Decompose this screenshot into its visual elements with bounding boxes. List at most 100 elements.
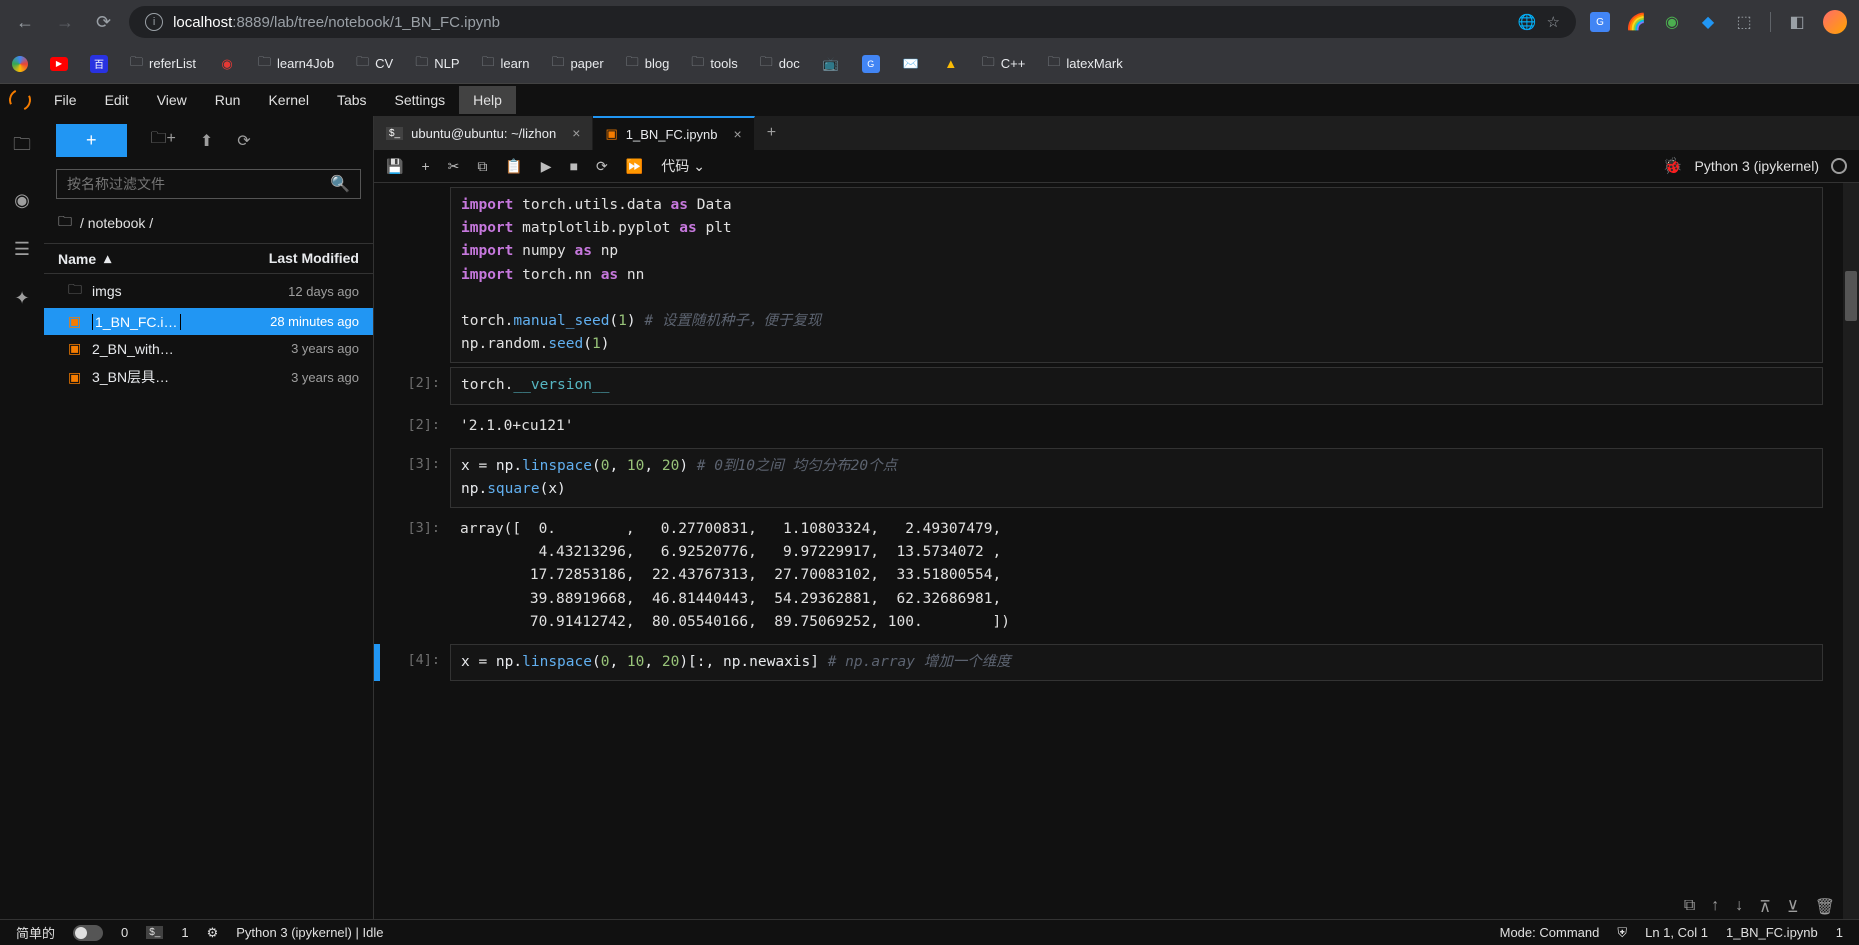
extensions-icon[interactable]: ✦ bbox=[14, 288, 29, 309]
menu-view[interactable]: View bbox=[143, 86, 201, 114]
kernel-name[interactable]: Python 3 (ipykernel) bbox=[1694, 158, 1819, 174]
bookmark-youtube[interactable]: ▶ bbox=[50, 57, 68, 71]
cell-input[interactable]: x = np.linspace(0, 10, 20)[:, np.newaxis… bbox=[450, 644, 1823, 681]
bookmark-referlist[interactable]: 🗀referList bbox=[130, 53, 196, 75]
bookmark-gtranslate[interactable]: G bbox=[862, 55, 880, 73]
menu-kernel[interactable]: Kernel bbox=[254, 86, 322, 114]
menu-settings[interactable]: Settings bbox=[381, 86, 460, 114]
ext-translate-icon[interactable]: G bbox=[1590, 12, 1610, 32]
forward-button[interactable]: → bbox=[52, 8, 78, 37]
star-icon[interactable]: ☆ bbox=[1547, 13, 1560, 31]
folder-icon: 🗀 bbox=[1047, 53, 1060, 75]
sort-by-name[interactable]: Name▴ bbox=[58, 250, 269, 267]
filter-box[interactable]: 🔍 bbox=[56, 169, 361, 199]
scrollbar-thumb[interactable] bbox=[1845, 271, 1857, 321]
back-button[interactable]: ← bbox=[12, 8, 38, 37]
new-folder-icon[interactable]: 🗀+ bbox=[151, 127, 176, 154]
close-icon[interactable]: × bbox=[572, 125, 580, 141]
tab-terminal[interactable]: $_ ubuntu@ubuntu: ~/lizhon × bbox=[374, 116, 593, 150]
simple-mode-toggle[interactable] bbox=[73, 925, 103, 941]
notebook-scrollbar[interactable] bbox=[1843, 183, 1859, 919]
ext-gem-icon[interactable]: ◆ bbox=[1698, 12, 1718, 32]
run-all-icon[interactable]: ⏩ bbox=[626, 158, 643, 175]
bookmark-blog[interactable]: 🗀blog bbox=[626, 53, 670, 75]
copy-icon[interactable]: ⧉ bbox=[477, 158, 487, 175]
close-icon[interactable]: × bbox=[734, 126, 742, 142]
gear-icon[interactable]: ⚙ bbox=[207, 925, 219, 941]
translate-icon[interactable]: 🌐 bbox=[1518, 13, 1537, 31]
bookmark-learn4job[interactable]: 🗀learn4Job bbox=[258, 53, 334, 75]
cell-input[interactable]: x = np.linspace(0, 10, 20) # 0到10之间 均匀分布… bbox=[450, 448, 1823, 508]
bookmark-cpp[interactable]: 🗀C++ bbox=[982, 53, 1026, 75]
cell-type-selector[interactable]: 代码⌄ bbox=[661, 156, 705, 176]
add-cell-icon[interactable]: + bbox=[421, 158, 429, 174]
cell-input[interactable]: torch.__version__ bbox=[450, 367, 1823, 404]
menu-run[interactable]: Run bbox=[201, 86, 255, 114]
bookmark-baidu[interactable]: 百 bbox=[90, 55, 108, 73]
menu-edit[interactable]: Edit bbox=[91, 86, 143, 114]
upload-icon[interactable]: ⬆ bbox=[200, 131, 213, 151]
cell-input[interactable]: import torch.utils.data as Data import m… bbox=[450, 187, 1823, 363]
restart-icon[interactable]: ⟳ bbox=[596, 158, 608, 175]
new-launcher-button[interactable]: + bbox=[56, 124, 127, 157]
jupyter-logo[interactable] bbox=[0, 84, 40, 116]
shield-icon[interactable]: ⛨ bbox=[1617, 925, 1627, 941]
reload-button[interactable]: ⟳ bbox=[92, 8, 115, 37]
code-cell[interactable]: [2]: torch.__version__ bbox=[374, 367, 1843, 404]
bookmark-gmail[interactable]: ✉️ bbox=[902, 55, 920, 73]
save-icon[interactable]: 💾 bbox=[386, 158, 403, 175]
move-down-icon[interactable]: ↓ bbox=[1735, 897, 1743, 917]
file-browser-icon[interactable]: 🗀 bbox=[13, 132, 31, 162]
file-row-3-bn[interactable]: ● ▣ 3_BN层具… 3 years ago bbox=[44, 362, 373, 392]
menu-file[interactable]: File bbox=[40, 86, 91, 114]
code-cell[interactable]: import torch.utils.data as Data import m… bbox=[374, 187, 1843, 363]
delete-icon[interactable]: 🗑 bbox=[1815, 897, 1835, 917]
file-row-1-bn-fc[interactable]: ● ▣ 1_BN_FC.i… 28 minutes ago bbox=[44, 308, 373, 335]
ext-idm-icon[interactable]: ◉ bbox=[1662, 12, 1682, 32]
ext-weather-icon[interactable]: 🌈 bbox=[1626, 12, 1646, 32]
cut-icon[interactable]: ✂ bbox=[448, 158, 460, 175]
menu-tabs[interactable]: Tabs bbox=[323, 86, 381, 114]
paste-icon[interactable]: 📋 bbox=[505, 158, 522, 175]
toc-icon[interactable]: ☰ bbox=[14, 239, 30, 260]
code-cell[interactable]: [3]: x = np.linspace(0, 10, 20) # 0到10之间… bbox=[374, 448, 1843, 508]
status-kernels-count[interactable]: 1 bbox=[181, 925, 188, 940]
bookmark-drive[interactable]: ▲ bbox=[942, 55, 960, 73]
side-panel-icon[interactable]: ◧ bbox=[1787, 12, 1807, 32]
sort-by-modified[interactable]: Last Modified bbox=[269, 250, 359, 267]
insert-above-icon[interactable]: ⊼ bbox=[1759, 897, 1771, 917]
duplicate-icon[interactable]: ⧉ bbox=[1684, 897, 1695, 917]
run-icon[interactable]: ▶ bbox=[541, 158, 552, 175]
menu-help[interactable]: Help bbox=[459, 86, 516, 114]
bookmark-tools[interactable]: 🗀tools bbox=[691, 53, 737, 75]
bookmark-12306[interactable]: ◉ bbox=[218, 55, 236, 73]
status-terminals-count[interactable]: 0 bbox=[121, 925, 128, 940]
running-icon[interactable]: ◉ bbox=[14, 190, 30, 211]
file-row-2-bn-with[interactable]: ● ▣ 2_BN_with… 3 years ago bbox=[44, 335, 373, 362]
refresh-icon[interactable]: ⟳ bbox=[237, 131, 250, 151]
stop-icon[interactable]: ■ bbox=[570, 158, 578, 174]
breadcrumb[interactable]: 🗀 / notebook / bbox=[44, 203, 373, 243]
add-tab-button[interactable]: + bbox=[755, 116, 788, 150]
bookmark-latexmark[interactable]: 🗀latexMark bbox=[1047, 53, 1122, 75]
extensions-icon[interactable]: ⬚ bbox=[1734, 12, 1754, 32]
filter-input[interactable] bbox=[67, 176, 330, 192]
bookmark-doc[interactable]: 🗀doc bbox=[760, 53, 800, 75]
insert-below-icon[interactable]: ⊻ bbox=[1787, 897, 1799, 917]
tab-notebook[interactable]: ▣ 1_BN_FC.ipynb × bbox=[593, 116, 754, 150]
kernel-status-icon[interactable] bbox=[1831, 158, 1847, 174]
bookmark-cv[interactable]: 🗀CV bbox=[356, 53, 393, 75]
url-bar[interactable]: i localhost:8889/lab/tree/notebook/1_BN_… bbox=[129, 6, 1576, 38]
code-cell-active[interactable]: [4]: x = np.linspace(0, 10, 20)[:, np.ne… bbox=[374, 644, 1843, 681]
info-icon[interactable]: i bbox=[145, 13, 163, 31]
bookmark-learn[interactable]: 🗀learn bbox=[482, 53, 530, 75]
bookmark-paper[interactable]: 🗀paper bbox=[551, 53, 603, 75]
bookmark-bilibili[interactable]: 📺 bbox=[822, 55, 840, 73]
move-up-icon[interactable]: ↑ bbox=[1711, 897, 1719, 917]
status-kernel[interactable]: Python 3 (ipykernel) | Idle bbox=[236, 925, 383, 940]
bug-icon[interactable]: 🐞 bbox=[1663, 156, 1683, 176]
bookmark-google[interactable] bbox=[12, 56, 28, 72]
profile-avatar[interactable] bbox=[1823, 10, 1847, 34]
bookmark-nlp[interactable]: 🗀NLP bbox=[415, 53, 459, 75]
file-row-imgs[interactable]: ● 🗀 imgs 12 days ago bbox=[44, 274, 373, 308]
